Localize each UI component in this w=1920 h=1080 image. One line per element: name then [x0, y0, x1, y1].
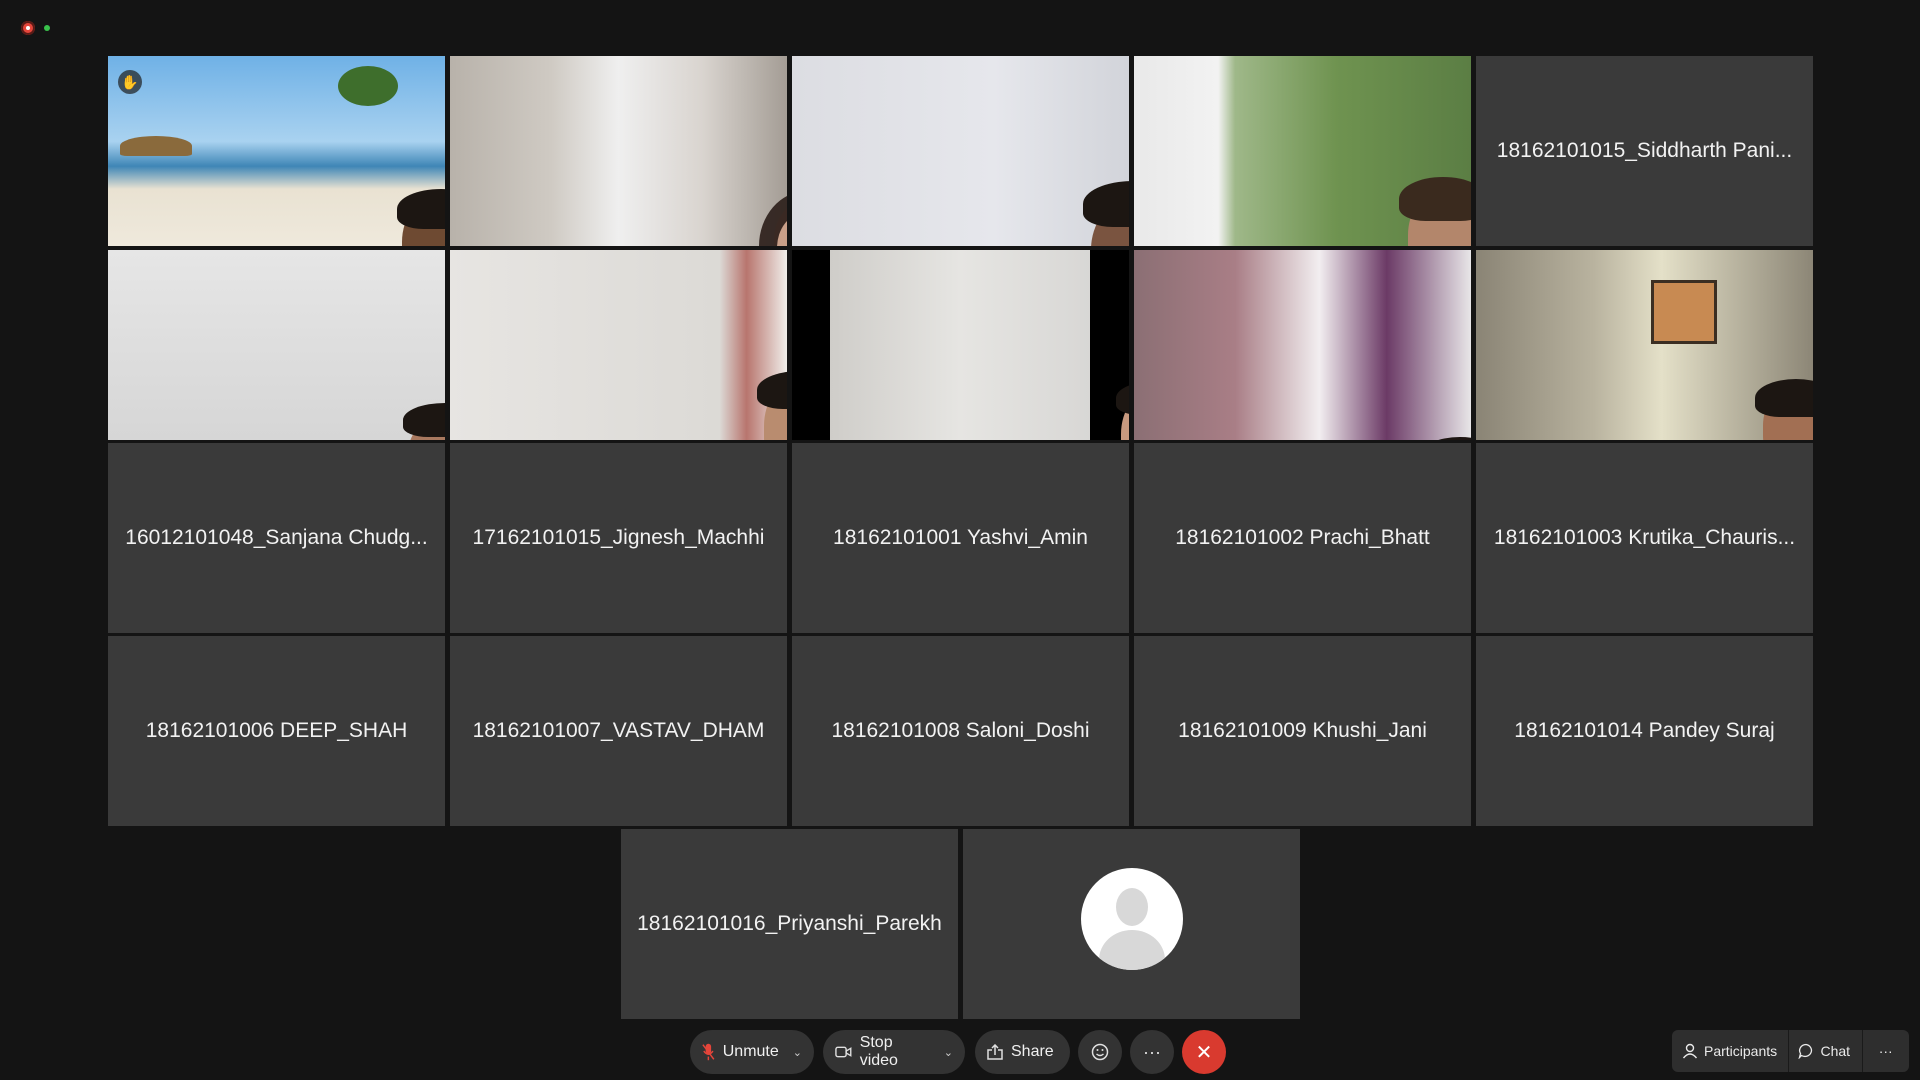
share-icon — [987, 1044, 1003, 1060]
video-tile-3[interactable] — [792, 56, 1129, 246]
more-options-button[interactable]: ··· — [1130, 1030, 1174, 1074]
stop-video-label: Stop video — [859, 1034, 898, 1069]
video-tile-4[interactable] — [1134, 56, 1471, 246]
smiley-icon — [1091, 1043, 1109, 1061]
share-label: Share — [1011, 1043, 1054, 1060]
end-call-button[interactable]: ✕ — [1182, 1030, 1226, 1074]
participants-label: Participants — [1704, 1043, 1778, 1059]
participant-tile[interactable]: 18162101002 Prachi_Bhatt — [1134, 443, 1471, 633]
more-icon: ··· — [1143, 1041, 1161, 1062]
chat-button[interactable]: Chat — [1788, 1030, 1861, 1072]
video-tile-6[interactable] — [450, 250, 787, 440]
more-icon: ··· — [1878, 1043, 1893, 1059]
participant-name: 18162101003 Krutika_Chauris... — [1493, 526, 1796, 549]
video-tile-2[interactable] — [450, 56, 787, 246]
participant-name: 18162101001 Yashvi_Amin — [833, 526, 1088, 549]
participant-name: 18162101007_VASTAV_DHAM — [472, 719, 765, 742]
participant-name: 18162101016_Priyanshi_Parekh — [637, 912, 942, 935]
participant-name: 18162101002 Prachi_Bhatt — [1175, 526, 1430, 549]
connection-status-dot — [44, 25, 50, 31]
participant-tile[interactable]: 18162101016_Priyanshi_Parekh — [621, 829, 958, 1019]
chat-label: Chat — [1820, 1043, 1851, 1059]
participant-name: 18162101006 DEEP_SHAH — [145, 719, 408, 742]
video-tile-8[interactable] — [1134, 250, 1471, 440]
participant-tile[interactable]: 17162101015_Jignesh_Machhi — [450, 443, 787, 633]
participant-tile[interactable]: 18162101014 Pandey Suraj — [1476, 636, 1813, 826]
participant-tile[interactable]: 18162101008 Saloni_Doshi — [792, 636, 1129, 826]
unmute-label: Unmute — [722, 1043, 779, 1060]
reactions-button[interactable] — [1078, 1030, 1122, 1074]
participant-tile[interactable]: 18162101015_Siddharth Pani... — [1476, 56, 1813, 246]
right-panel-controls: Participants Chat ··· — [1672, 1030, 1909, 1072]
chat-bubble-icon — [1798, 1043, 1813, 1059]
person-icon — [1682, 1043, 1698, 1059]
chevron-down-icon[interactable]: ⌄ — [793, 1046, 802, 1059]
stop-video-button[interactable]: Stop video ⌄ — [823, 1030, 965, 1074]
recording-indicator-icon — [21, 21, 35, 35]
more-panel-button[interactable]: ··· — [1862, 1030, 1909, 1072]
chevron-down-icon[interactable]: ⌄ — [944, 1046, 953, 1059]
participants-button[interactable]: Participants — [1672, 1030, 1788, 1072]
close-icon: ✕ — [1195, 1041, 1213, 1064]
video-tile-1[interactable]: ✋ — [108, 56, 445, 246]
share-button[interactable]: Share — [975, 1030, 1070, 1074]
participant-name: 17162101015_Jignesh_Machhi — [472, 526, 765, 549]
video-camera-icon — [835, 1046, 852, 1058]
participant-name: 18162101008 Saloni_Doshi — [831, 719, 1090, 742]
default-avatar-icon — [1080, 868, 1183, 970]
participant-name: 18162101014 Pandey Suraj — [1514, 719, 1775, 742]
video-tile-9[interactable] — [1476, 250, 1813, 440]
participant-name: 16012101048_Sanjana Chudg... — [125, 526, 428, 549]
video-tile-5[interactable] — [108, 250, 445, 440]
participant-tile[interactable]: 16012101048_Sanjana Chudg... — [108, 443, 445, 633]
participant-name: 18162101015_Siddharth Pani... — [1496, 139, 1793, 162]
raise-hand-icon: ✋ — [118, 70, 142, 94]
participant-tile[interactable]: 18162101003 Krutika_Chauris... — [1476, 443, 1813, 633]
participant-tile[interactable]: 18162101009 Khushi_Jani — [1134, 636, 1471, 826]
unmute-button[interactable]: Unmute ⌄ — [690, 1030, 814, 1074]
participant-name: 18162101009 Khushi_Jani — [1178, 719, 1427, 742]
participant-tile[interactable]: 18162101007_VASTAV_DHAM — [450, 636, 787, 826]
participant-tile[interactable]: 18162101001 Yashvi_Amin — [792, 443, 1129, 633]
participant-tile[interactable]: 18162101006 DEEP_SHAH — [108, 636, 445, 826]
participant-tile-self[interactable] — [963, 829, 1300, 1019]
video-tile-7[interactable] — [792, 250, 1129, 440]
microphone-muted-icon — [702, 1043, 715, 1061]
